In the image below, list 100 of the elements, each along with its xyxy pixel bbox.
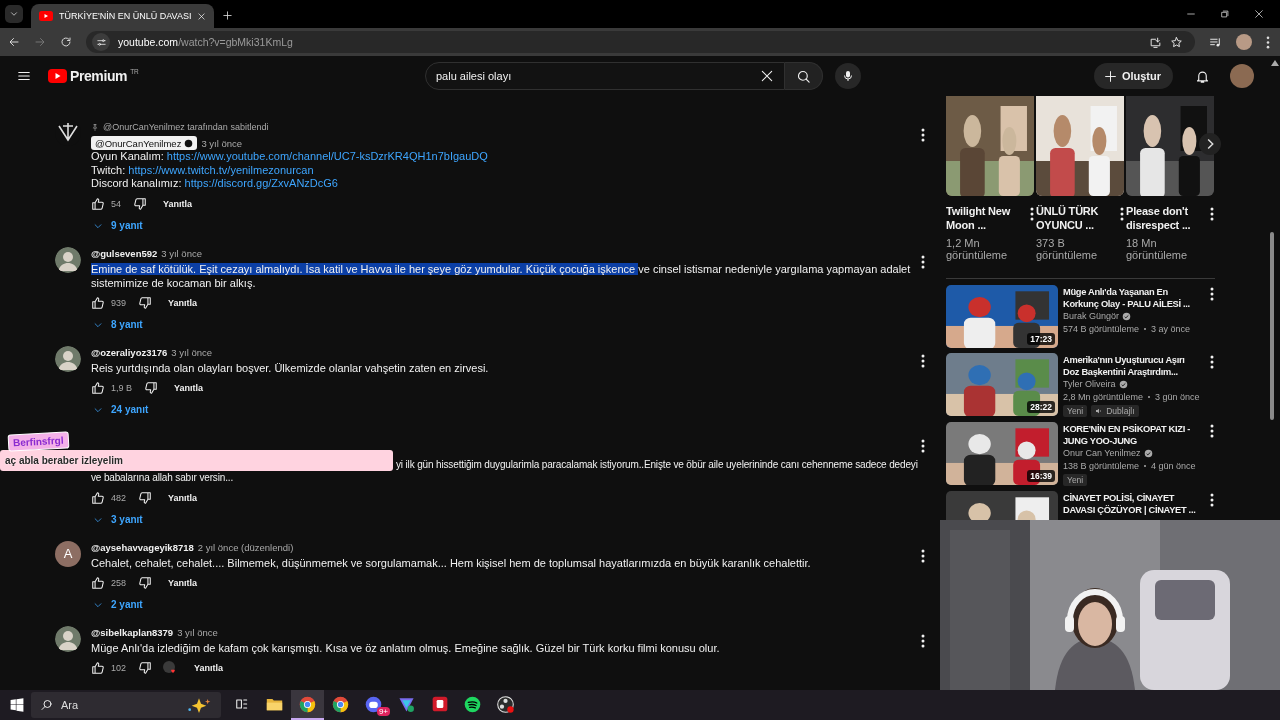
start-icon[interactable]	[10, 698, 24, 712]
author-name[interactable]: @aysehavvageyik8718	[91, 542, 194, 553]
more-options-icon[interactable]	[921, 548, 925, 563]
microphone-icon	[842, 70, 854, 82]
more-options-icon[interactable]	[1210, 207, 1214, 221]
replies-toggle[interactable]: 8 yanıt	[91, 315, 143, 334]
badge: Yeni	[1063, 405, 1088, 417]
search-button[interactable]	[785, 62, 823, 90]
thumbs-up-icon[interactable]	[91, 380, 105, 395]
more-options-icon[interactable]	[921, 438, 925, 453]
music-app-icon[interactable]	[464, 695, 481, 713]
square-app-icon[interactable]	[431, 696, 448, 712]
reply-button[interactable]: Yanıtla	[158, 297, 208, 308]
close-icon[interactable]	[1254, 9, 1264, 19]
author-name[interactable]: @ozeraliyoz3176	[91, 347, 168, 358]
reply-button[interactable]: Yanıtla	[158, 492, 208, 503]
replies-toggle[interactable]: 9 yanıt	[91, 216, 143, 235]
clear-icon[interactable]	[760, 69, 774, 83]
profile-avatar[interactable]	[1230, 64, 1254, 88]
task-view-icon[interactable]	[234, 697, 249, 711]
author-name[interactable]: @sibelkaplan8379	[91, 627, 174, 638]
site-info-button[interactable]	[92, 33, 110, 51]
author-name[interactable]: @gulseven592	[91, 248, 158, 259]
replies-toggle[interactable]: 2 yanıt	[91, 595, 143, 614]
thumbs-up-icon[interactable]	[91, 490, 105, 505]
profile-avatar[interactable]	[1236, 34, 1252, 50]
user-avatar[interactable]: A	[55, 540, 81, 567]
channel-name[interactable]: Onur Can Yenilmez	[1063, 447, 1141, 460]
thumbs-down-icon[interactable]	[138, 660, 153, 675]
taskbar-search-field[interactable]: Ara	[31, 692, 221, 718]
replies-toggle[interactable]: 24 yanıt	[91, 400, 149, 419]
back-icon[interactable]	[8, 36, 20, 48]
scroll-up-icon[interactable]	[1271, 60, 1279, 66]
author-chip[interactable]: @OnurCanYenilmez	[91, 136, 198, 150]
address-bar[interactable]: youtube.com/watch?v=gbMki31KmLg	[86, 31, 1195, 53]
more-options-icon[interactable]	[921, 353, 925, 368]
reply-button[interactable]: Yanıtla	[153, 198, 203, 209]
more-options-icon[interactable]	[1030, 207, 1034, 221]
browser-icon[interactable]	[332, 695, 349, 713]
forward-icon[interactable]	[34, 36, 46, 48]
reload-icon[interactable]	[60, 36, 72, 48]
thumbs-down-icon[interactable]	[138, 575, 153, 590]
scrollbar-thumb[interactable]	[1270, 232, 1274, 420]
reply-button[interactable]: Yanıtla	[184, 662, 234, 673]
more-options-icon[interactable]	[1210, 287, 1214, 301]
thumbs-up-icon[interactable]	[91, 196, 105, 211]
channel-name[interactable]: Tyler Oliveira	[1063, 378, 1116, 391]
browser-tab[interactable]: TÜRKİYE'NİN EN ÜNLÜ DAVASI	[31, 4, 215, 28]
thumbs-down-icon[interactable]	[133, 196, 147, 211]
create-button[interactable]: Oluştur	[1093, 63, 1173, 89]
menu-icon[interactable]	[17, 69, 31, 83]
chevron-down-icon[interactable]	[9, 9, 19, 19]
logo-text[interactable]: Premium	[70, 68, 128, 84]
user-avatar[interactable]	[55, 345, 81, 372]
link[interactable]: https://discord.gg/ZxvANzDcG6	[184, 177, 338, 189]
folder-icon[interactable]	[266, 697, 283, 711]
more-options-icon[interactable]	[921, 128, 925, 142]
install-icon[interactable]	[1149, 35, 1162, 49]
link[interactable]: https://www.twitch.tv/yenilmezonurcan	[128, 163, 314, 176]
taskbar-search-input[interactable]: Ara	[61, 692, 179, 718]
user-avatar[interactable]	[55, 246, 81, 273]
new-tab-icon[interactable]	[222, 10, 234, 21]
more-options-icon[interactable]	[921, 254, 925, 269]
thumbs-up-icon[interactable]	[91, 575, 105, 590]
star-icon[interactable]	[1170, 35, 1183, 49]
video-title[interactable]: KORE'NİN EN PSİKOPAT KIZI - JUNG YOO-JUNG	[1063, 423, 1200, 447]
browser-icon[interactable]	[299, 695, 316, 713]
link[interactable]: https://www.youtube.com/channel/UC7-ksDzrKR4QH1n7bIgauDQ	[166, 150, 488, 162]
short-title[interactable]: Please don't disrespect ...	[1126, 204, 1208, 232]
more-options-icon[interactable]	[1120, 207, 1124, 221]
short-title[interactable]: ÜNLÜ TÜRK OYUNCU ...	[1036, 204, 1118, 232]
bell-icon[interactable]	[1195, 68, 1210, 84]
thumbs-up-icon[interactable]	[91, 660, 105, 675]
video-title[interactable]: Amerika'nın Uyuşturucu Aşırı Doz Başkentini Araştırdım...	[1063, 354, 1200, 378]
reply-button[interactable]: Yanıtla	[164, 382, 214, 393]
close-icon[interactable]	[197, 11, 207, 21]
search-icon	[41, 699, 53, 711]
thumbs-up-icon[interactable]	[91, 295, 105, 310]
more-options-icon[interactable]	[1210, 493, 1214, 507]
triangle-app-icon[interactable]	[398, 695, 415, 713]
menu-dots-icon[interactable]	[1266, 35, 1270, 49]
thumbs-down-icon[interactable]	[138, 295, 153, 310]
video-title[interactable]: CİNAYET POLİSİ, CİNAYET DAVASI ÇÖZÜYOR | CİNAYET ...	[1063, 492, 1200, 516]
recorder-app-icon[interactable]	[497, 695, 514, 713]
restore-icon[interactable]	[1220, 9, 1230, 19]
more-options-icon[interactable]	[1210, 355, 1214, 369]
sliders-icon	[95, 36, 107, 48]
user-avatar[interactable]	[55, 625, 81, 652]
channel-name[interactable]: Burak Güngör	[1063, 310, 1120, 323]
media-queue-icon[interactable]	[1209, 35, 1222, 49]
thumbs-down-icon[interactable]	[138, 490, 153, 505]
more-options-icon[interactable]	[921, 633, 925, 648]
reply-button[interactable]: Yanıtla	[158, 577, 208, 588]
thumbs-down-icon[interactable]	[144, 380, 158, 395]
more-options-icon[interactable]	[1210, 424, 1214, 438]
voice-search-button[interactable]	[835, 63, 861, 89]
notification-badge: 9+	[376, 707, 390, 716]
short-title[interactable]: Twilight New Moon ...	[946, 204, 1028, 232]
video-title[interactable]: Müge Anlı'da Yaşanan En Korkunç Olay - PALU AİLESİ ...	[1063, 286, 1200, 310]
replies-toggle[interactable]: 3 yanıt	[91, 510, 143, 529]
